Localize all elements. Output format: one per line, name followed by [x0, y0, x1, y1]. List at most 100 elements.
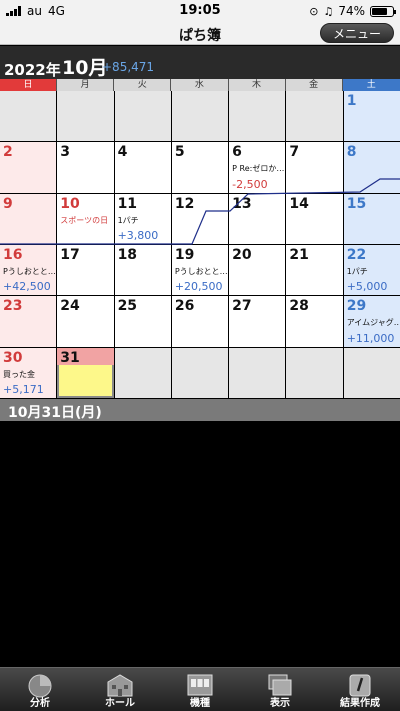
entry-memo: 買った金 [3, 369, 35, 379]
day-number: 3 [60, 144, 71, 161]
weekday-sat: 土 [342, 79, 400, 91]
day-number: 12 [174, 195, 195, 212]
day-number: 20 [232, 246, 252, 263]
day-cell-31-selected[interactable]: 31 [57, 347, 114, 398]
day-number: 1 [346, 93, 357, 109]
day-number: 4 [117, 144, 128, 161]
day-cell-24[interactable]: 24 [57, 296, 114, 347]
tab-hall[interactable]: ホール [80, 668, 160, 711]
day-cell-16[interactable]: 16 Pうしおとと… +42,500 [0, 244, 57, 296]
tab-label: 機種 [190, 698, 210, 709]
day-number: 9 [3, 195, 13, 212]
day-number: 22 [346, 246, 367, 263]
day-cell-27[interactable]: 27 [229, 296, 286, 347]
day-cell-10[interactable]: 10 スポーツの日 [57, 193, 114, 244]
entry-memo: Pうしおとと… [3, 266, 56, 276]
month-header: 2022年 10月 +85,471 [0, 46, 400, 79]
day-cell-11[interactable]: 11 1パチ +3,800 [114, 193, 171, 244]
day-cell-7[interactable]: 7 [286, 142, 343, 193]
headphones-icon: ♫ [323, 4, 334, 18]
day-cell-2[interactable]: 2 [0, 142, 57, 193]
day-number: 10 [60, 195, 80, 212]
day-number: 2 [3, 144, 13, 161]
calendar-cell-empty [343, 347, 400, 398]
tab-machine[interactable]: 機種 [160, 668, 240, 711]
day-number: 15 [346, 195, 367, 212]
day-cell-1[interactable]: 1 [343, 91, 400, 142]
calendar-cell-empty [286, 91, 343, 142]
lock-rotation-icon: ⊙ [309, 4, 319, 18]
entry-memo: アイムジャグ… [346, 318, 400, 328]
day-cell-18[interactable]: 18 [114, 244, 171, 296]
day-cell-30[interactable]: 30 買った金 +5,171 [0, 347, 57, 398]
day-cell-20[interactable]: 20 [229, 244, 286, 296]
day-cell-21[interactable]: 21 [286, 244, 343, 296]
month-label[interactable]: 10月 [62, 53, 107, 80]
day-cell-3[interactable]: 3 [57, 142, 114, 193]
calendar-cell-empty [286, 347, 343, 398]
status-right: ⊙ ♫ 74% [309, 4, 396, 18]
day-cell-17[interactable]: 17 [57, 244, 114, 296]
day-cell-5[interactable]: 5 [171, 142, 229, 193]
day-cell-13[interactable]: 13 [229, 193, 286, 244]
day-cell-23[interactable]: 23 [0, 296, 57, 347]
day-cell-26[interactable]: 26 [171, 296, 229, 347]
day-number: 13 [232, 195, 252, 212]
day-cell-25[interactable]: 25 [114, 296, 171, 347]
tab-label: 分析 [30, 698, 50, 709]
day-cell-15[interactable]: 15 [343, 193, 400, 244]
calendar-cell-empty [229, 91, 286, 142]
weekday-thu: 木 [228, 79, 286, 91]
selected-date-label: 10月31日(月) [8, 405, 102, 421]
entry-amount: +42,500 [3, 280, 51, 294]
weekday-header: 日 月 火 水 木 金 土 [0, 79, 400, 91]
tab-analysis[interactable]: 分析 [0, 668, 80, 711]
day-cell-9[interactable]: 9 [0, 193, 57, 244]
entry-amount: +5,171 [3, 382, 44, 396]
day-cell-22[interactable]: 22 1パチ +5,000 [343, 244, 400, 296]
day-cell-6[interactable]: 6 P Re:ゼロか… -2,500 [229, 142, 286, 193]
status-bar: au 4G 19:05 ⊙ ♫ 74% [0, 0, 400, 22]
day-cell-8[interactable]: 8 [343, 142, 400, 193]
tab-display[interactable]: 表示 [240, 668, 320, 711]
entry-memo: 1パチ [117, 215, 139, 225]
day-cell-12[interactable]: 12 [171, 193, 229, 244]
day-cell-29[interactable]: 29 アイムジャグ… +11,000 [343, 296, 400, 347]
day-number: 29 [346, 298, 367, 315]
calendar-cell-empty [171, 347, 229, 398]
day-number: 6 [232, 144, 242, 161]
tab-create-result[interactable]: 結果作成 [320, 668, 400, 711]
day-number: 5 [174, 144, 185, 161]
entry-memo: P Re:ゼロか… [232, 164, 285, 174]
weekday-sun: 日 [0, 79, 58, 91]
day-cell-28[interactable]: 28 [286, 296, 343, 347]
battery-percent: 74% [338, 4, 365, 18]
day-number: 21 [289, 246, 309, 263]
day-cell-4[interactable]: 4 [114, 142, 171, 193]
day-number: 17 [60, 246, 80, 263]
weekday-mon: 月 [57, 79, 115, 91]
day-cell-19[interactable]: 19 Pうしおとと… +20,500 [171, 244, 229, 296]
tab-label: 結果作成 [340, 698, 380, 709]
calendar-cell-empty [171, 91, 229, 142]
day-number: 30 [3, 349, 23, 366]
entry-amount: -2,500 [232, 177, 268, 191]
entry-amount: +3,800 [117, 228, 159, 242]
menu-button[interactable]: メニュー [320, 23, 394, 43]
tab-label: 表示 [270, 698, 290, 709]
day-number: 28 [289, 298, 309, 315]
day-cell-14[interactable]: 14 [286, 193, 343, 244]
calendar-cell-empty [114, 347, 171, 398]
day-number: 27 [232, 298, 252, 315]
weekday-tue: 火 [114, 79, 172, 91]
day-number: 26 [174, 298, 195, 315]
day-number: 8 [346, 144, 357, 161]
entry-memo: 1パチ [346, 266, 368, 276]
calendar-cell-empty [229, 347, 286, 398]
day-number: 19 [174, 246, 195, 263]
calendar-cell-empty [114, 91, 171, 142]
weekday-wed: 水 [171, 79, 229, 91]
day-number: 7 [289, 144, 300, 161]
tab-label: ホール [105, 698, 135, 709]
day-number: 16 [3, 246, 23, 263]
